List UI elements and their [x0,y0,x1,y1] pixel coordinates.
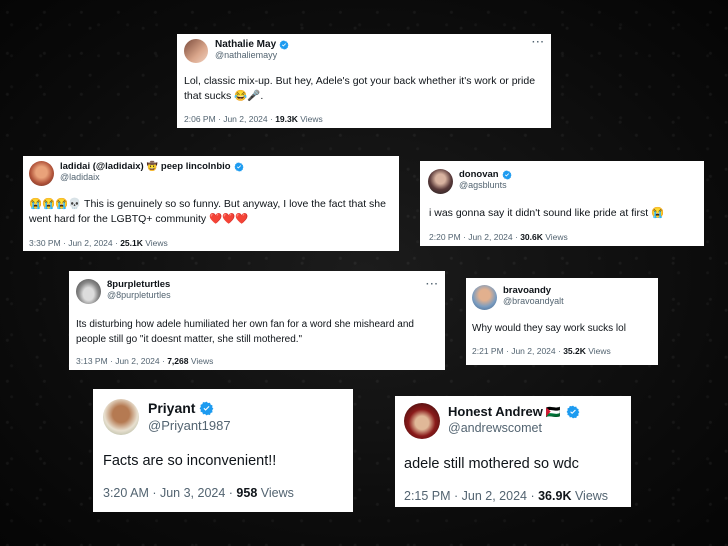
tweet-text: adele still mothered so wdc [404,456,579,472]
tweet-meta: 2:20 PM · Jun 2, 2024 · 30.6K Views [429,232,568,242]
verified-badge-icon [502,169,512,180]
tweet-text: 😭😭😭💀 This is genuinely so so funny. But … [29,198,386,225]
timestamp[interactable]: 2:21 PM · Jun 2, 2024 · [472,346,563,356]
more-options-icon[interactable]: ··· [532,38,545,48]
avatar[interactable] [76,279,101,304]
timestamp[interactable]: 2:20 PM · Jun 2, 2024 · [429,232,520,242]
tweet-card-8purpleturtles[interactable]: 8purpleturtles @8purpleturtles ··· Its d… [69,271,445,370]
handle[interactable]: @andrewscomet [448,421,580,435]
avatar[interactable] [472,285,497,310]
tweet-text: Its disturbing how adele humiliated her … [76,319,414,345]
view-count: 35.2K [563,346,586,356]
view-count: 19.3K [275,114,298,124]
heart-emojis: ❤️❤️❤️ [209,213,249,225]
cowboy-emoji-icon: 🤠 [146,161,158,171]
handle[interactable]: @ladidaix [60,172,244,182]
handle[interactable]: @8purpleturtles [107,290,171,300]
tweet-meta: 3:20 AM · Jun 3, 2024 · 958 Views [103,486,294,500]
avatar[interactable] [428,169,453,194]
display-name[interactable]: ladidai (@ladidaix) [60,161,144,172]
tweet-text: i was gonna say it didn't sound like pri… [429,207,665,219]
display-name[interactable]: Priyant [148,400,195,416]
timestamp[interactable]: 3:30 PM · Jun 2, 2024 · [29,238,120,248]
timestamp[interactable]: 3:13 PM · Jun 2, 2024 · [76,356,167,366]
display-name[interactable]: donovan [459,169,499,180]
tweet-card-donovan[interactable]: donovan @agsblunts i was gonna say it di… [420,161,704,246]
verified-badge-icon [279,39,289,50]
view-count: 7,268 [167,356,189,366]
timestamp[interactable]: 2:15 PM · Jun 2, 2024 · [404,489,538,503]
handle[interactable]: @bravoandyalt [503,296,564,306]
verified-badge-icon [200,401,214,415]
view-count: 36.9K [538,489,572,503]
display-name[interactable]: Honest Andrew [448,404,543,419]
tweet-card-ladidai[interactable]: ladidai (@ladidaix) 🤠 peep lincolnbio @l… [23,156,399,251]
tweet-text: Why would they say work sucks lol [472,323,626,334]
display-name-suffix: peep lincolnbio [160,161,231,172]
timestamp[interactable]: 3:20 AM · Jun 3, 2024 · [103,486,236,500]
crying-skull-emojis: 😭😭😭💀 [29,198,82,210]
tweet-text: Facts are so inconvenient!! [103,453,277,469]
view-count: 30.6K [520,232,543,242]
display-name[interactable]: bravoandy [503,285,551,296]
handle[interactable]: @nathaliemayy [215,50,289,60]
avatar[interactable] [184,39,208,63]
more-options-icon[interactable]: ··· [426,280,439,290]
avatar[interactable] [103,399,139,435]
tweet-card-honest-andrew[interactable]: Honest Andrew 🇵🇸 @andrewscomet adele sti… [395,396,631,507]
tweet-card-nathalie-may[interactable]: Nathalie May @nathaliemayy ··· Lol, clas… [177,34,551,128]
crying-emoji: 😭 [651,207,665,219]
display-name[interactable]: Nathalie May [215,39,276,50]
tweet-meta: 2:06 PM · Jun 2, 2024 · 19.3K Views [184,114,323,124]
tweet-meta: 2:21 PM · Jun 2, 2024 · 35.2K Views [472,346,611,356]
avatar[interactable] [29,161,54,186]
tweet-text: Lol, classic mix-up. But hey, Adele's go… [184,75,536,102]
tweet-card-bravoandy[interactable]: bravoandy @bravoandyalt Why would they s… [466,278,658,365]
handle[interactable]: @agsblunts [459,180,512,190]
tweet-meta: 3:13 PM · Jun 2, 2024 · 7,268 Views [76,356,214,366]
verified-badge-icon [234,161,244,172]
display-name[interactable]: 8purpleturtles [107,279,170,290]
tweet-meta: 2:15 PM · Jun 2, 2024 · 36.9K Views [404,489,609,503]
timestamp[interactable]: 2:06 PM · Jun 2, 2024 · [184,114,275,124]
verified-badge-icon [566,405,580,418]
view-count: 25.1K [120,238,143,248]
avatar[interactable] [404,403,440,439]
flag-emoji-icon: 🇵🇸 [545,404,561,419]
view-count: 958 [236,486,258,500]
tweet-card-priyant[interactable]: Priyant @Priyant1987 Facts are so inconv… [93,389,353,512]
handle[interactable]: @Priyant1987 [148,418,231,433]
emoji-laughing-mic: 😂🎤. [234,90,264,102]
tweet-meta: 3:30 PM · Jun 2, 2024 · 25.1K Views [29,238,168,248]
